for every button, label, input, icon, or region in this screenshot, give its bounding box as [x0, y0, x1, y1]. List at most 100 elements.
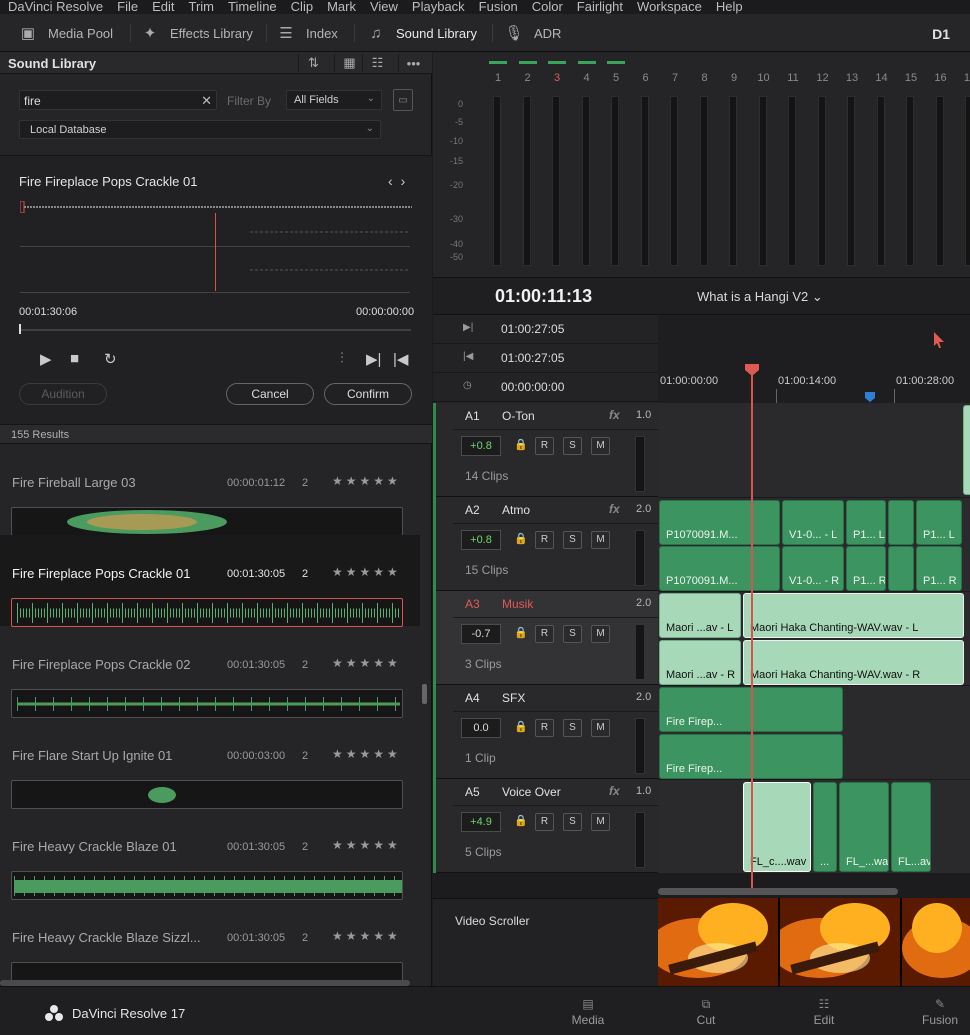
track-name[interactable]: SFX — [502, 691, 525, 705]
timeline-clip[interactable]: P1... R — [916, 546, 962, 591]
mute-button[interactable]: M — [591, 719, 610, 737]
media-pool-button[interactable]: ▣ Media Pool — [18, 22, 113, 44]
timeline-clip[interactable] — [888, 546, 914, 591]
track-name[interactable]: O-Ton — [502, 409, 535, 423]
mute-button[interactable]: M — [591, 531, 610, 549]
play-icon[interactable]: ▶ — [40, 350, 52, 368]
timeline-ruler[interactable]: 01:00:00:00 01:00:14:00 01:00:28:00 — [658, 315, 970, 403]
record-button[interactable]: R — [535, 813, 554, 831]
index-button[interactable]: ☰ Index — [276, 22, 338, 44]
timeline-clip[interactable]: Maori Haka Chanting-WAV.wav - R — [743, 640, 964, 685]
next-marker-icon[interactable]: ▶| — [366, 350, 381, 368]
track-volume[interactable]: 0.0 — [461, 718, 501, 738]
timeline-clip[interactable]: P1070091.M... — [659, 546, 780, 591]
menu-trim[interactable]: Trim — [189, 0, 215, 14]
menu-mark[interactable]: Mark — [327, 0, 356, 14]
timeline-clip[interactable]: V1-0... - R — [782, 546, 844, 591]
page-cut[interactable]: ⧉ Cut — [676, 997, 736, 1033]
cancel-button[interactable]: Cancel — [226, 383, 314, 405]
page-media[interactable]: ▤ Media — [558, 997, 618, 1033]
track-name[interactable]: Atmo — [502, 503, 530, 517]
track-name[interactable]: Voice Over — [502, 785, 561, 799]
timeline-clip[interactable]: Maori Haka Chanting-WAV.wav - L — [743, 593, 964, 638]
list-item[interactable]: Fire Flare Start Up Ignite 01 00:00:03:0… — [0, 717, 420, 809]
record-button[interactable]: R — [535, 625, 554, 643]
timeline-scrollbar[interactable] — [658, 888, 898, 895]
timeline-clip[interactable]: P1070091.M... — [659, 500, 780, 545]
timeline-clip[interactable]: P1... R — [846, 546, 886, 591]
audition-button[interactable]: Audition — [19, 383, 107, 405]
solo-button[interactable]: S — [563, 625, 582, 643]
menu-timeline[interactable]: Timeline — [228, 0, 277, 14]
lock-icon[interactable]: 🔒 — [514, 626, 528, 639]
timeline-clip[interactable]: V1-0... - L — [782, 500, 844, 545]
timeline-clip[interactable] — [888, 500, 914, 545]
filter-field-select[interactable]: All Fields ⌄ — [286, 90, 382, 110]
lock-icon[interactable]: 🔒 — [514, 532, 528, 545]
database-select[interactable]: Local Database ⌄ — [19, 120, 381, 139]
adr-button[interactable]: 🎙 ADR — [504, 22, 561, 44]
menu-view[interactable]: View — [370, 0, 398, 14]
list-item[interactable]: Fire Fireplace Pops Crackle 01 00:01:30:… — [0, 535, 420, 627]
loop-icon[interactable]: ↻ — [104, 350, 117, 368]
solo-button[interactable]: S — [563, 531, 582, 549]
track-header-a2[interactable]: A2 Atmo fx 2.0 +0.8 🔒 R S M 15 Clips — [433, 497, 658, 591]
track-header-a4[interactable]: A4 SFX 2.0 0.0 🔒 R S M 1 Clip — [433, 685, 658, 779]
menu-edit[interactable]: Edit — [152, 0, 174, 14]
rating-stars[interactable]: ★★★★★ — [332, 565, 401, 579]
prev-marker-icon[interactable]: |◀ — [393, 350, 408, 368]
menu-playback[interactable]: Playback — [412, 0, 465, 14]
track-volume[interactable]: +0.8 — [461, 436, 501, 456]
menu-clip[interactable]: Clip — [291, 0, 313, 14]
timeline-clip[interactable]: FL_...wav — [839, 782, 889, 872]
solo-button[interactable]: S — [563, 719, 582, 737]
menu-color[interactable]: Color — [532, 0, 563, 14]
track-header-a3[interactable]: A3 Musik 2.0 -0.7 🔒 R S M 3 Clips — [433, 591, 658, 685]
menu-help[interactable]: Help — [716, 0, 743, 14]
playhead[interactable] — [751, 374, 753, 888]
menu-fairlight[interactable]: Fairlight — [577, 0, 623, 14]
timeline-clip[interactable]: FL...av — [891, 782, 931, 872]
lock-icon[interactable]: 🔒 — [514, 720, 528, 733]
track-volume[interactable]: +4.9 — [461, 812, 501, 832]
video-scroller[interactable] — [658, 898, 970, 986]
mute-button[interactable]: M — [591, 437, 610, 455]
preview-overview-waveform[interactable] — [20, 201, 412, 213]
fx-icon[interactable]: fx — [609, 502, 620, 516]
timeline-select[interactable]: What is a Hangi V2 ⌄ — [697, 289, 823, 305]
list-item[interactable]: Fire Heavy Crackle Blaze Sizzl... 00:01:… — [0, 899, 420, 984]
rating-stars[interactable]: ★★★★★ — [332, 656, 401, 670]
sort-icon[interactable]: ⇅ — [298, 54, 328, 72]
timeline-clip[interactable]: P1... L — [916, 500, 962, 545]
rating-stars[interactable]: ★★★★★ — [332, 929, 401, 943]
solo-button[interactable]: S — [563, 437, 582, 455]
timeline-clip[interactable]: P1... L — [846, 500, 886, 545]
fx-icon[interactable]: fx — [609, 408, 620, 422]
menu-app[interactable]: DaVinci Resolve — [8, 0, 103, 14]
search-input[interactable] — [24, 93, 194, 109]
preview-nav-arrows[interactable]: ‹› — [388, 173, 413, 189]
timeline-clip[interactable]: Maori ...av - L — [659, 593, 741, 638]
mute-button[interactable]: M — [591, 813, 610, 831]
fx-icon[interactable]: fx — [609, 784, 620, 798]
preview-playhead[interactable] — [215, 213, 216, 291]
clear-search-icon[interactable]: ✕ — [201, 93, 212, 109]
track-header-a1[interactable]: A1 O-Ton fx 1.0 +0.8 🔒 R S M 14 Clips — [433, 403, 658, 497]
preview-scrub-bar[interactable] — [19, 329, 411, 331]
lock-icon[interactable]: 🔒 — [514, 814, 528, 827]
record-button[interactable]: R — [535, 531, 554, 549]
rating-stars[interactable]: ★★★★★ — [332, 747, 401, 761]
track-volume[interactable]: +0.8 — [461, 530, 501, 550]
list-view-icon[interactable]: ☷ — [362, 54, 392, 72]
search-options-button[interactable]: ▭ — [393, 89, 413, 111]
timeline-clip[interactable]: FL_c....wav — [743, 782, 811, 872]
results-scrollbar[interactable] — [422, 684, 427, 704]
page-fusion[interactable]: ✎ Fusion — [910, 997, 970, 1033]
confirm-button[interactable]: Confirm — [324, 383, 412, 405]
solo-button[interactable]: S — [563, 813, 582, 831]
stop-icon[interactable]: ■ — [70, 350, 79, 367]
list-item[interactable]: Fire Fireball Large 03 00:00:01:12 2 ★★★… — [0, 444, 420, 536]
rating-stars[interactable]: ★★★★★ — [332, 838, 401, 852]
menu-fusion[interactable]: Fusion — [479, 0, 518, 14]
record-button[interactable]: R — [535, 719, 554, 737]
